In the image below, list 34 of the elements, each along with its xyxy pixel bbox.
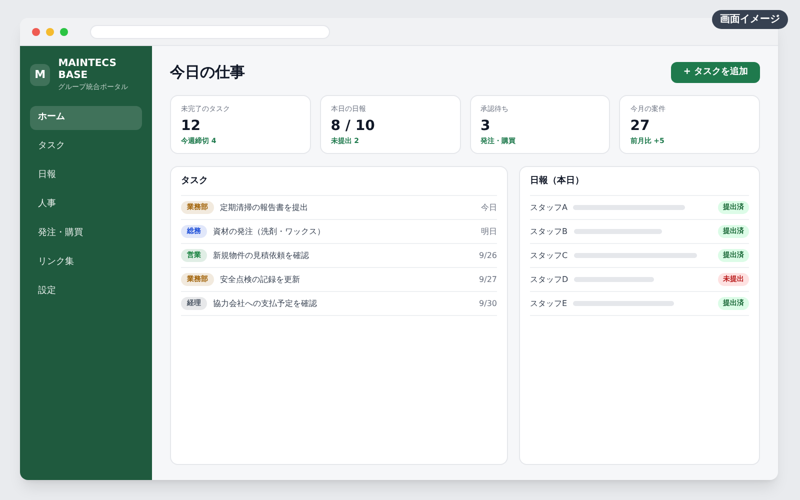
page-title: 今日の仕事 — [170, 62, 245, 83]
stat-value: 27 — [630, 116, 651, 136]
nav-item[interactable]: 日報 — [30, 164, 142, 188]
panel-title: 日報（本日） — [530, 174, 749, 196]
screen-image-badge: 画面イメージ — [712, 10, 788, 29]
nav-item[interactable]: 人事 — [30, 193, 142, 217]
task-title[interactable]: 定期清掃の報告書を提出 — [220, 202, 475, 214]
due-date: 明日 — [481, 226, 497, 238]
address-bar[interactable] — [90, 24, 330, 38]
stat-value: 3 — [480, 116, 492, 136]
add-task-button[interactable]: + タスクを追加 — [671, 62, 760, 83]
stat-value: 12 — [181, 116, 202, 136]
due-date: 9/26 — [479, 250, 497, 262]
task-title[interactable]: 協力会社への支払予定を確認 — [213, 298, 474, 310]
task-title[interactable]: 資材の発注（洗剤・ワックス） — [213, 226, 475, 238]
logo-tile: M — [30, 64, 50, 86]
nav-item[interactable]: 発注・購買 — [30, 222, 142, 246]
panel-title: タスク — [181, 174, 497, 196]
nav-item[interactable]: タスク — [30, 135, 142, 159]
nav-item[interactable]: リンク集 — [30, 251, 142, 275]
due-date: 9/27 — [479, 274, 497, 286]
nav-item[interactable]: ホーム — [30, 106, 142, 130]
staff-name: スタッフE — [530, 298, 568, 310]
due-date: 9/30 — [479, 298, 497, 310]
staff-name: スタッフD — [530, 274, 568, 286]
stat-value: 8 / 10 — [330, 116, 376, 136]
brand-name: MAINTECS BASE — [58, 58, 118, 82]
task-title[interactable]: 安全点検の記録を更新 — [220, 274, 474, 286]
staff-name: スタッフB — [530, 226, 568, 238]
nav-item[interactable]: 設定 — [30, 280, 142, 304]
staff-name: スタッフC — [530, 250, 568, 262]
task-title[interactable]: 新規物件の見積依頼を確認 — [213, 250, 474, 262]
staff-name: スタッフA — [530, 202, 568, 214]
due-date: 今日 — [481, 202, 497, 214]
